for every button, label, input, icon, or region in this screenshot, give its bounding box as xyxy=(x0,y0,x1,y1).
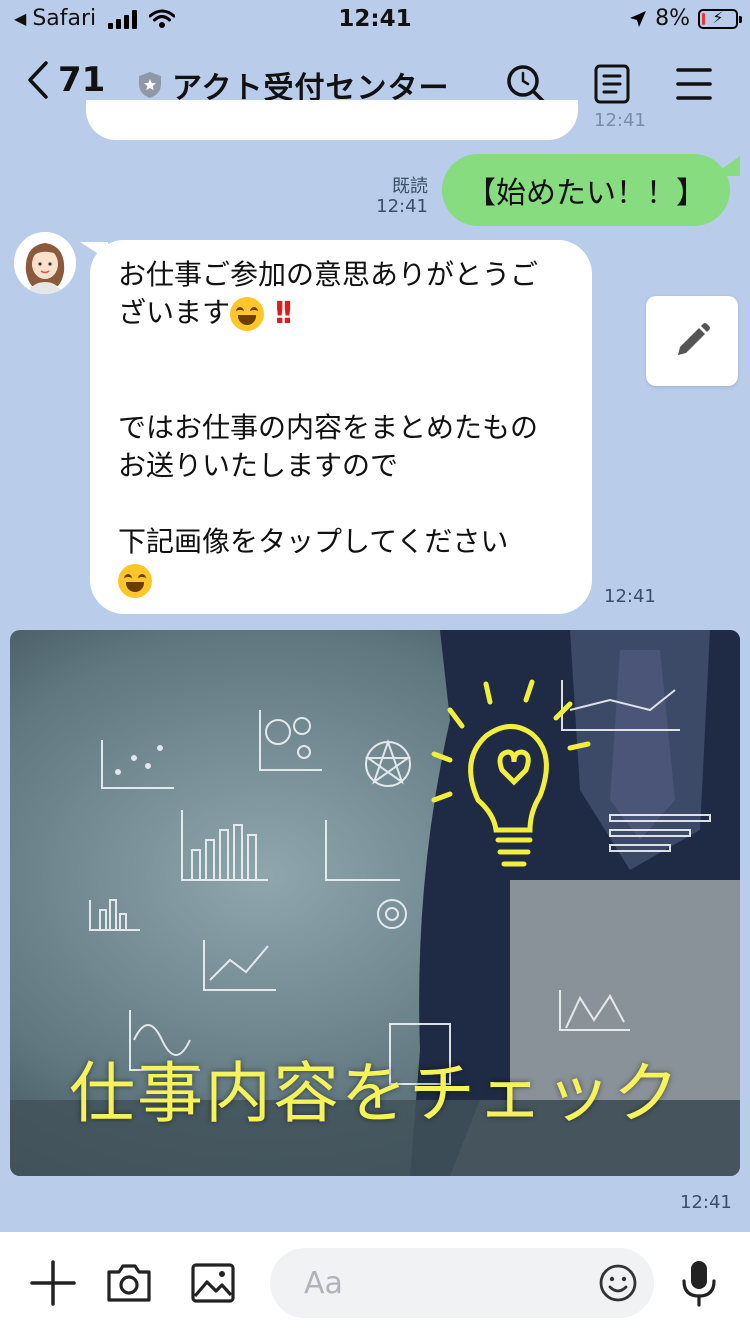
notes-icon[interactable] xyxy=(590,62,634,106)
incoming-message-time: 12:41 xyxy=(604,586,656,607)
pencil-icon xyxy=(678,323,710,355)
incoming-line-1: お仕事ご参加の意思ありがとうご xyxy=(118,258,539,291)
double-exclamation-icon: !! xyxy=(272,296,295,331)
avatar[interactable] xyxy=(14,232,76,294)
grinning-squint-emoji-icon xyxy=(230,297,265,331)
woman-avatar-icon xyxy=(14,232,76,294)
outgoing-message-time: 12:41 xyxy=(376,196,428,217)
message-input-wrapper xyxy=(270,1248,654,1318)
edit-button[interactable] xyxy=(646,296,738,386)
camera-icon[interactable] xyxy=(104,1258,154,1308)
message-input[interactable] xyxy=(302,1264,586,1302)
incoming-paragraph-2: ではお仕事の内容をまとめたもの お送りいたしますので xyxy=(118,411,539,482)
charging-bolt-icon: ⚡ xyxy=(712,7,724,27)
image-caption: 仕事内容をチェック xyxy=(69,1055,681,1132)
incoming-paragraph-3: 下記画像をタップしてください xyxy=(118,525,509,558)
chevron-left-icon xyxy=(28,61,48,99)
outgoing-message-text: 【始めたい！！】 xyxy=(466,176,706,211)
job-details-image[interactable]: 仕事内容をチェック xyxy=(10,630,740,1176)
menu-icon[interactable] xyxy=(672,62,716,106)
incoming-line-2: ざいます xyxy=(118,296,231,329)
outgoing-message-bubble[interactable]: 【始めたい！！】 xyxy=(442,154,730,226)
official-account-shield-icon xyxy=(139,72,161,98)
previous-message-bubble[interactable] xyxy=(86,100,578,140)
plus-icon[interactable] xyxy=(28,1258,78,1308)
location-arrow-icon xyxy=(630,10,647,27)
emoji-icon[interactable] xyxy=(598,1263,638,1303)
message-input-bar xyxy=(0,1232,750,1334)
read-receipt: 既読 xyxy=(392,176,428,197)
battery-percent: 8% xyxy=(655,6,690,31)
back-button[interactable]: 71 xyxy=(26,60,105,100)
unread-count: 71 xyxy=(58,60,106,100)
incoming-message-bubble[interactable]: お仕事ご参加の意思ありがとうご ざいます !! ではお仕事の内容をまとめたもの … xyxy=(90,240,592,614)
previous-message-time: 12:41 xyxy=(594,110,646,131)
battery-icon: ⚡ xyxy=(698,7,742,29)
status-bar: ◀ Safari 12:41 8% ⚡ xyxy=(0,0,750,40)
image-message-time: 12:41 xyxy=(680,1192,732,1213)
grinning-emoji-icon xyxy=(118,564,152,598)
image-gallery-icon[interactable] xyxy=(188,1258,238,1308)
microphone-icon[interactable] xyxy=(674,1258,724,1308)
